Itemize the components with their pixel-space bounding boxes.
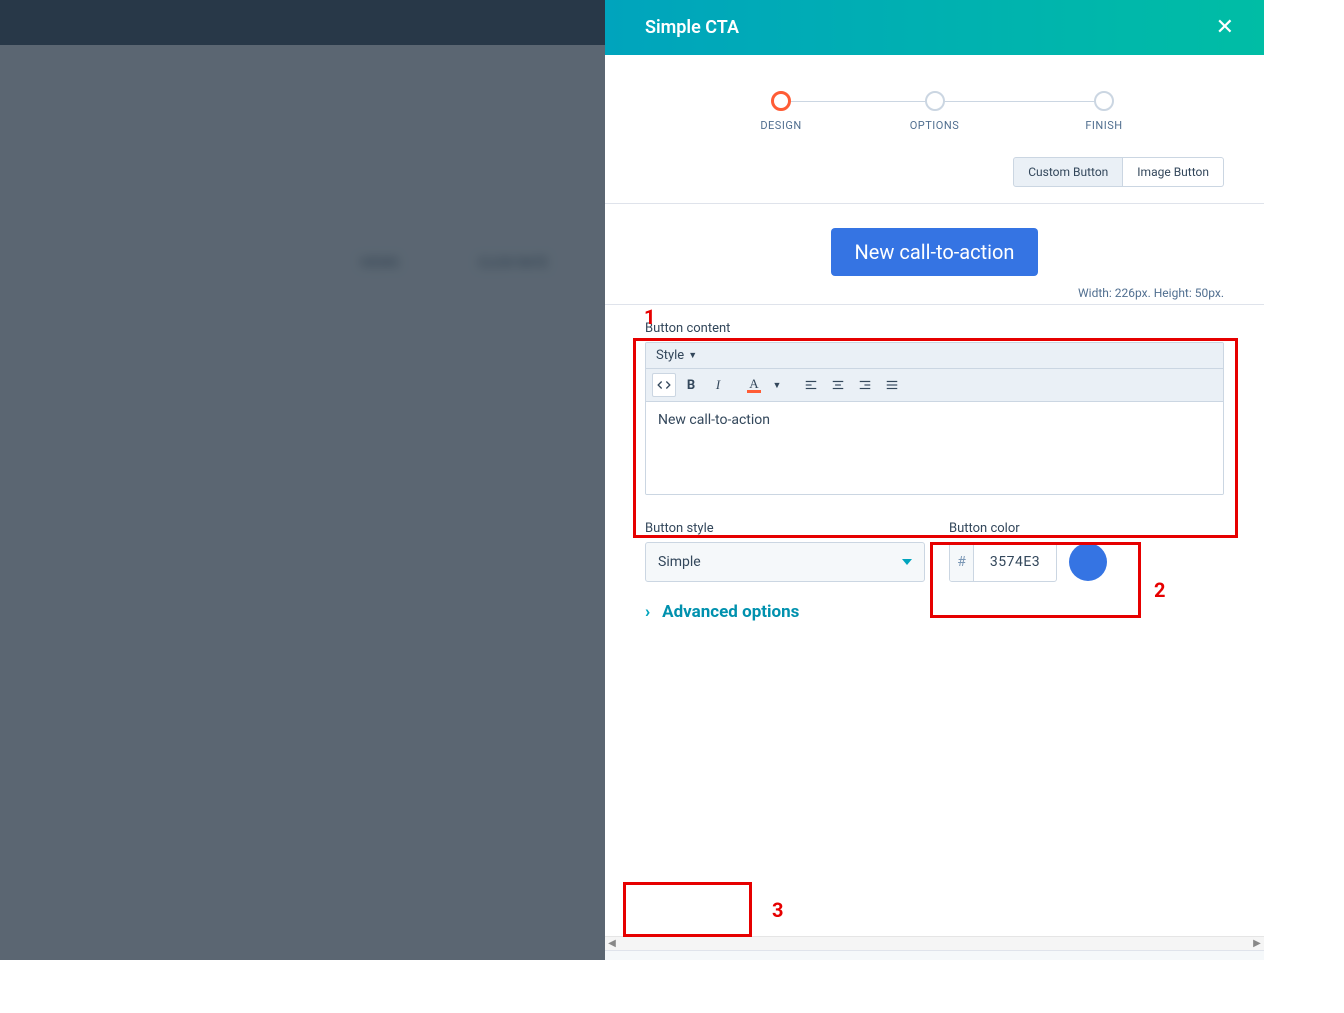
form-area: Button content Style ▼ B I A ▼ <box>605 305 1264 622</box>
panel-title: Simple CTA <box>645 17 739 38</box>
scrollbar-left-arrow-icon[interactable]: ◀ <box>606 938 618 950</box>
label-button-color: Button color <box>949 521 1107 536</box>
color-swatch-icon[interactable] <box>1069 543 1107 581</box>
panel-header: Simple CTA ✕ <box>605 0 1264 55</box>
align-justify-icon[interactable] <box>880 373 904 397</box>
step-dot-active-icon <box>771 91 791 111</box>
color-hex-input[interactable]: # 3574E3 <box>949 542 1057 582</box>
advanced-options-toggle[interactable]: › Advanced options <box>645 602 1224 622</box>
tab-custom-button[interactable]: Custom Button <box>1013 157 1123 187</box>
caret-down-icon <box>902 559 912 565</box>
advanced-options-label: Advanced options <box>662 602 799 622</box>
caret-down-icon: ▼ <box>688 350 697 361</box>
hash-symbol: # <box>950 543 974 581</box>
button-content-input[interactable]: New call-to-action <box>646 402 1223 494</box>
canvas-margin-right <box>1264 0 1344 1013</box>
bold-icon[interactable]: B <box>679 373 703 397</box>
button-type-toggle: Custom Button Image Button <box>605 157 1264 203</box>
align-left-icon[interactable] <box>799 373 823 397</box>
rte-style-label: Style <box>656 348 684 363</box>
button-style-select[interactable]: Simple <box>645 542 925 582</box>
cta-preview-button: New call-to-action <box>831 228 1039 276</box>
cta-dimensions-text: Width: 226px. Height: 50px. <box>605 284 1264 304</box>
scrollbar-right-arrow-icon[interactable]: ▶ <box>1251 938 1263 950</box>
step-dot-icon <box>925 91 945 111</box>
source-code-icon[interactable] <box>652 373 676 397</box>
rte-style-menu[interactable]: Style ▼ <box>646 343 1223 369</box>
button-style-field: Button style Simple <box>645 509 925 582</box>
button-style-value: Simple <box>658 554 701 570</box>
rich-text-editor: Style ▼ B I A ▼ <box>645 342 1224 495</box>
step-finish[interactable]: FINISH <box>1024 91 1184 132</box>
tab-image-button[interactable]: Image Button <box>1123 157 1224 187</box>
step-label: DESIGN <box>701 119 861 132</box>
text-color-icon[interactable]: A <box>742 373 766 397</box>
chevron-right-icon: › <box>645 602 650 622</box>
step-label: OPTIONS <box>855 119 1015 132</box>
step-dot-icon <box>1094 91 1114 111</box>
color-hex-value: 3574E3 <box>974 543 1056 581</box>
label-button-content: Button content <box>645 321 1224 336</box>
align-right-icon[interactable] <box>853 373 877 397</box>
background-overlay <box>0 0 605 1013</box>
text-color-dropdown-icon[interactable]: ▼ <box>769 373 785 397</box>
label-button-style: Button style <box>645 521 925 536</box>
rte-toolbar: B I A ▼ <box>646 369 1223 402</box>
align-center-icon[interactable] <box>826 373 850 397</box>
step-design[interactable]: DESIGN <box>701 91 861 132</box>
step-options[interactable]: OPTIONS <box>855 91 1015 132</box>
slideover-panel: Simple CTA ✕ DESIGN OPTIONS FINISH Custo… <box>605 0 1264 1013</box>
close-icon[interactable]: ✕ <box>1216 15 1234 40</box>
canvas-margin-bottom <box>0 960 1344 1013</box>
step-label: FINISH <box>1024 119 1184 132</box>
horizontal-scrollbar[interactable]: ◀ ▶ <box>605 936 1264 950</box>
italic-icon[interactable]: I <box>706 373 730 397</box>
stepper: DESIGN OPTIONS FINISH <box>605 55 1264 157</box>
button-color-field: Button color # 3574E3 <box>949 509 1107 582</box>
cta-preview-area: New call-to-action <box>605 204 1264 284</box>
